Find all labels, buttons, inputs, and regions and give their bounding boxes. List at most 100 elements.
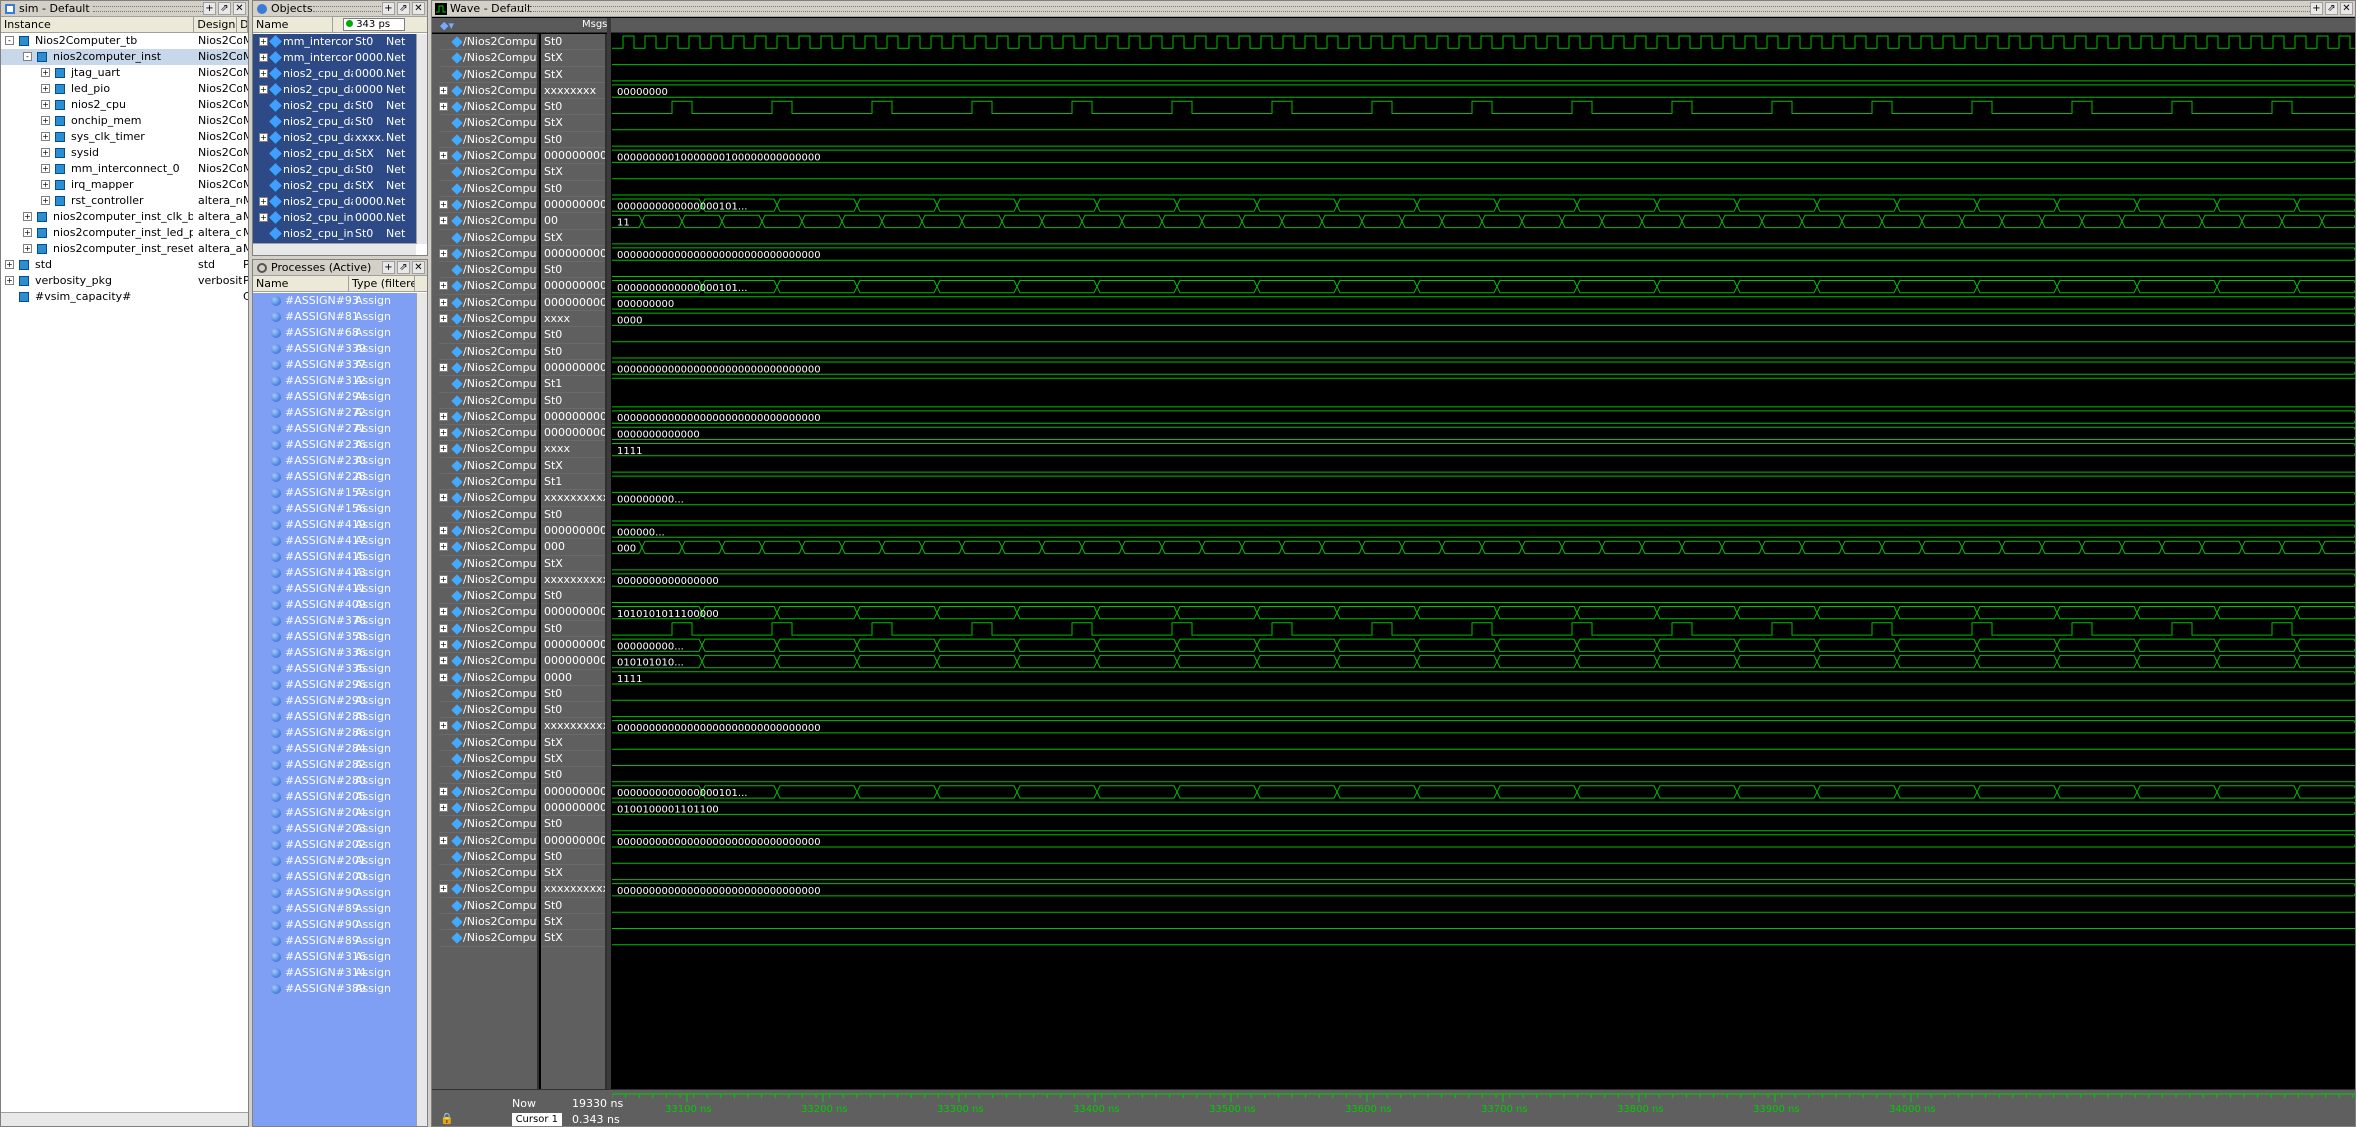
expand-icon[interactable]: + (439, 542, 448, 552)
waveform-30[interactable]: 000000... (612, 524, 2356, 538)
expand-icon[interactable]: + (259, 133, 268, 142)
signal-name-row[interactable]: /Nios2Computer_tb... (439, 898, 537, 915)
signal-name-row[interactable]: + /Nios2Computer_tb... (439, 621, 537, 637)
expand-icon[interactable]: + (439, 85, 448, 95)
object-row[interactable]: + nios2_cpu_data_m...xxxx...Net (253, 130, 416, 146)
process-row[interactable]: #ASSIGN#230 Assign (253, 453, 416, 469)
process-row[interactable]: #ASSIGN#312 Assign (253, 373, 416, 389)
expand-icon[interactable]: + (439, 835, 448, 845)
sim-hscroll[interactable] (1, 1112, 248, 1126)
waveform-38[interactable]: 010101010... (612, 654, 2356, 669)
waveform-28[interactable]: 000000000... (612, 491, 2356, 506)
process-row[interactable]: #ASSIGN#389 Assign (253, 981, 416, 997)
signal-name-row[interactable]: /Nios2Computer_tb... (439, 67, 537, 83)
process-row[interactable]: #ASSIGN#286 Assign (253, 725, 416, 741)
signal-name-row[interactable]: + /Nios2Computer_tb... (439, 360, 537, 377)
signal-name-row[interactable]: + /Nios2Computer_tb... (439, 213, 537, 230)
expand-icon[interactable]: + (41, 180, 50, 189)
process-row[interactable]: #ASSIGN#200 Assign (253, 869, 416, 885)
signal-name-row[interactable]: /Nios2Computer_tb... (439, 767, 537, 784)
tree-row[interactable]: + led_pio Nios2Comp...M (1, 81, 248, 97)
cursor-lock-icon[interactable]: 🔒 (440, 1112, 454, 1125)
signal-name-row[interactable]: /Nios2Computer_tb... (439, 816, 537, 833)
signal-name-row[interactable]: /Nios2Computer_tb... (439, 865, 537, 882)
signal-name-row[interactable]: + /Nios2Computer_tb... (439, 670, 537, 686)
process-row[interactable]: #ASSIGN#201 Assign (253, 853, 416, 869)
process-row[interactable]: #ASSIGN#314 Assign (253, 965, 416, 981)
signal-name-row[interactable]: /Nios2Computer_tb... (439, 164, 537, 181)
waveform-0[interactable] (612, 35, 2356, 49)
waveform-36[interactable] (612, 622, 2356, 636)
signal-name-row[interactable]: /Nios2Computer_tb... (439, 327, 537, 344)
expand-icon[interactable]: + (41, 196, 50, 205)
signal-name-row[interactable]: + /Nios2Computer_tb... (439, 99, 537, 116)
object-row[interactable]: + nios2_cpu_data_m...0000Net (253, 82, 416, 98)
signal-name-row[interactable]: + /Nios2Computer_tb... (439, 833, 537, 849)
expand-icon[interactable]: + (41, 116, 50, 125)
expand-icon[interactable]: + (259, 69, 268, 78)
close-icon[interactable]: ✕ (2340, 2, 2353, 15)
object-row[interactable]: nios2_cpu_data_m...StX Net (253, 178, 416, 194)
tree-row[interactable]: + sysid Nios2Comp...M (1, 145, 248, 161)
col-d[interactable]: D (237, 17, 248, 32)
processes-titlebar[interactable]: Processes (Active) + ⇗ ✕ (253, 260, 427, 276)
process-row[interactable]: #ASSIGN#336 Assign (253, 645, 416, 661)
waveform-16[interactable]: 000000000 (612, 296, 2356, 310)
col-name[interactable]: Name (253, 17, 333, 32)
signal-name-row[interactable]: /Nios2Computer_tb... (439, 181, 537, 197)
signal-name-row[interactable]: /Nios2Computer_tb... (439, 474, 537, 491)
tree-row[interactable]: + nios2_cpu Nios2Comp...M (1, 97, 248, 113)
signal-name-row[interactable]: + /Nios2Computer_tb... (439, 653, 537, 670)
waveform-47[interactable]: 0100100001101100 (612, 801, 2356, 815)
undock-icon[interactable]: ⇗ (2325, 2, 2338, 15)
signal-name-row[interactable]: /Nios2Computer_tb... (439, 458, 537, 475)
expand-icon[interactable]: + (439, 656, 448, 666)
expand-icon[interactable]: + (439, 314, 448, 324)
waveform-20[interactable]: 00000000000000000000000000000000 (612, 361, 2356, 375)
expand-icon[interactable]: + (439, 281, 448, 291)
signal-name-row[interactable]: /Nios2Computer_tb... (439, 702, 537, 719)
process-row[interactable]: #ASSIGN#271 Assign (253, 421, 416, 437)
process-row[interactable]: #ASSIGN#280 Assign (253, 773, 416, 789)
waveform-49[interactable]: 00000000000000000000000000000000 (612, 834, 2356, 848)
signal-name-row[interactable]: + /Nios2Computer_tb... (439, 784, 537, 800)
object-row[interactable]: nios2_cpu_instructi...St0 Net (253, 226, 416, 242)
process-row[interactable]: #ASSIGN#157 Assign (253, 485, 416, 501)
process-row[interactable]: #ASSIGN#413 Assign (253, 565, 416, 581)
waveform-52[interactable]: 00000000000000000000000000000000 (612, 883, 2356, 897)
signal-name-row[interactable]: /Nios2Computer_tb... (439, 376, 537, 393)
signal-name-row[interactable]: + /Nios2Computer_tb... (439, 197, 537, 214)
expand-icon[interactable]: + (41, 84, 50, 93)
process-row[interactable]: #ASSIGN#376 Assign (253, 613, 416, 629)
signal-name-row[interactable]: + /Nios2Computer_tb... (439, 83, 537, 100)
process-row[interactable]: #ASSIGN#68 Assign (253, 325, 416, 341)
expand-icon[interactable]: + (41, 164, 50, 173)
objects-titlebar[interactable]: Objects + ⇗ ✕ (253, 1, 427, 17)
process-row[interactable]: #ASSIGN#81 Assign (253, 309, 416, 325)
expand-icon[interactable]: + (259, 37, 268, 46)
collapse-icon[interactable]: - (5, 36, 14, 45)
expand-icon[interactable]: + (41, 68, 50, 77)
objects-vscroll[interactable] (416, 34, 427, 244)
expand-icon[interactable]: + (439, 672, 448, 682)
signal-name-row[interactable]: /Nios2Computer_tb... (439, 344, 537, 360)
signal-name-row[interactable]: /Nios2Computer_tb... (439, 849, 537, 866)
waveform-17[interactable]: 0000 (612, 312, 2356, 326)
cursor-label[interactable]: Cursor 1 (512, 1113, 562, 1126)
col-design-unit[interactable]: Design unit (194, 17, 238, 32)
tree-row[interactable]: + onchip_mem Nios2Comp...M (1, 113, 248, 129)
undock-icon[interactable]: ⇗ (218, 2, 231, 15)
expand-icon[interactable]: + (23, 244, 32, 253)
tree-row[interactable]: + nios2computer_inst_led_pio_ext_connecti… (1, 225, 248, 241)
undock-icon[interactable]: ⇗ (397, 2, 410, 15)
wave-titlebar[interactable]: Wave - Default + ⇗ ✕ (432, 1, 2355, 17)
waveform-46[interactable]: 0000000000000000101... (612, 785, 2356, 799)
waveform-24[interactable]: 0000000000000 (612, 426, 2356, 441)
close-icon[interactable]: ✕ (412, 2, 425, 15)
signal-name-row[interactable]: + /Nios2Computer_tb... (439, 539, 537, 556)
process-row[interactable]: #ASSIGN#272 Assign (253, 405, 416, 421)
process-row[interactable]: #ASSIGN#419 Assign (253, 517, 416, 533)
signal-name-row[interactable]: /Nios2Computer_tb... (439, 262, 537, 279)
expand-icon[interactable]: + (439, 362, 448, 372)
signal-name-row[interactable]: /Nios2Computer_tb... (439, 735, 537, 752)
